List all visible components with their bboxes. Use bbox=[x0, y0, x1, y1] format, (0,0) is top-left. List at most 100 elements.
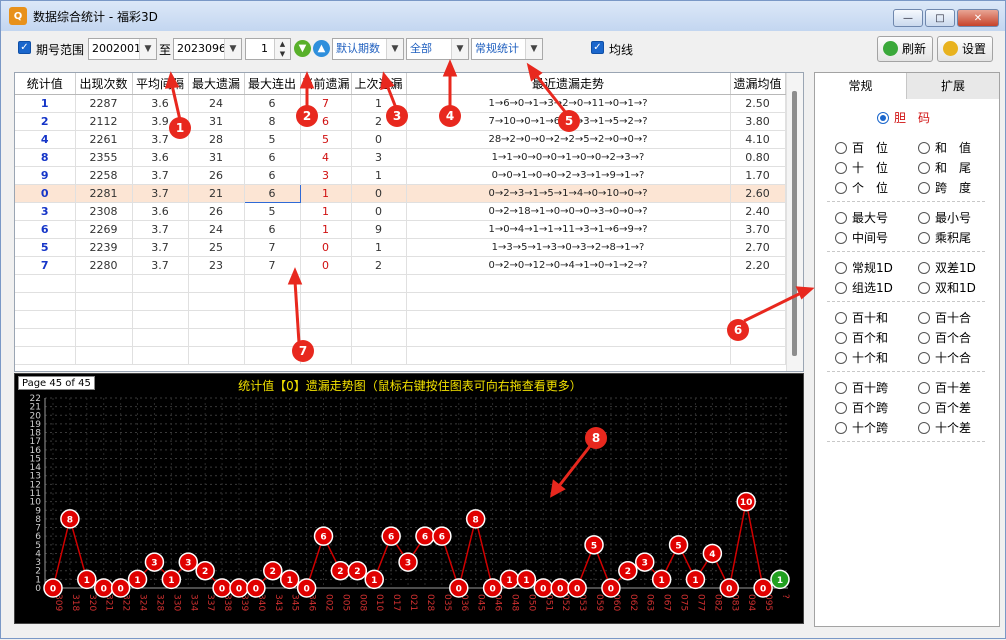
from-period-combo[interactable]: 2002001 ▼ bbox=[88, 38, 157, 60]
radio-option[interactable]: 百十差 bbox=[918, 379, 971, 396]
arrow-up-icon[interactable]: ▲ bbox=[313, 40, 330, 57]
radio-option[interactable]: 组选1D bbox=[835, 279, 893, 296]
radio-dot-icon[interactable] bbox=[835, 381, 847, 394]
radio-dot-icon[interactable] bbox=[835, 261, 847, 274]
chevron-down-icon[interactable]: ▼ bbox=[451, 39, 468, 59]
radio-option[interactable]: 和 值 bbox=[918, 139, 971, 156]
radio-option[interactable]: 常规1D bbox=[835, 259, 893, 276]
tab-general[interactable]: 常规 bbox=[815, 73, 907, 99]
radio-dot-icon[interactable] bbox=[835, 161, 847, 174]
radio-dot-icon[interactable] bbox=[918, 261, 930, 274]
radio-dot-icon[interactable] bbox=[835, 281, 847, 294]
radio-option[interactable]: 百十和 bbox=[835, 309, 888, 326]
period-range-checkbox[interactable]: ✓ bbox=[18, 41, 31, 54]
stat-mode-combo[interactable]: 常规统计 ▼ bbox=[471, 38, 543, 60]
radio-option[interactable]: 十个和 bbox=[835, 349, 888, 366]
radio-dot-icon[interactable] bbox=[835, 401, 847, 414]
radio-dot-icon[interactable] bbox=[918, 211, 930, 224]
radio-option[interactable]: 百个合 bbox=[918, 329, 971, 346]
table-row[interactable]: 3 2308 3.6 26 5 1 0 0→2→18→1→0→0→0→3→0→0→? 2.40 bbox=[15, 202, 786, 221]
table-row[interactable]: 9 2258 3.7 26 6 3 1 0→0→1→0→0→2→3→1→9→1→? 1.70 bbox=[15, 166, 786, 185]
chart-canvas[interactable]: 012345678910111213141516171819202122309 3… bbox=[15, 374, 804, 624]
radio-dot-icon[interactable] bbox=[918, 231, 930, 244]
radio-option[interactable]: 最小号 bbox=[918, 209, 971, 226]
radio-option[interactable]: 十个差 bbox=[918, 419, 971, 436]
radio-option[interactable]: 百个差 bbox=[918, 399, 971, 416]
table-row[interactable]: 5 2239 3.7 25 7 0 1 1→3→5→1→3→0→3→2→8→1→? 2.70 bbox=[15, 238, 786, 257]
radio-dot-icon[interactable] bbox=[918, 421, 930, 434]
maximize-button[interactable]: □ bbox=[925, 9, 955, 27]
column-header[interactable]: 遗漏均值 bbox=[730, 73, 786, 95]
radio-dot-icon[interactable] bbox=[835, 421, 847, 434]
radio-option[interactable]: 双和1D bbox=[918, 279, 976, 296]
column-header[interactable]: 最大连出 bbox=[244, 73, 301, 95]
radio-option[interactable]: 乘积尾 bbox=[918, 229, 971, 246]
category-panel: 常规 扩展 胆 码百 位 和 值十 位 和 尾个 位 跨 度最大号 最小号中间号 乘积尾常… bbox=[814, 72, 1000, 627]
column-header[interactable]: 最大遗漏 bbox=[188, 73, 245, 95]
radio-option[interactable]: 双差1D bbox=[918, 259, 976, 276]
radio-dot-icon[interactable] bbox=[835, 141, 847, 154]
radio-dot-icon[interactable] bbox=[918, 331, 930, 344]
radio-option[interactable]: 百十跨 bbox=[835, 379, 888, 396]
radio-option[interactable]: 中间号 bbox=[835, 229, 888, 246]
scroll-thumb[interactable] bbox=[792, 91, 797, 356]
settings-button[interactable]: 设置 bbox=[937, 36, 993, 62]
radio-dot-icon[interactable] bbox=[918, 281, 930, 294]
radio-option[interactable]: 十个合 bbox=[918, 349, 971, 366]
table-row[interactable]: 4 2261 3.7 28 5 5 0 28→2→0→0→2→2→5→2→0→0→? 4.10 bbox=[15, 130, 786, 149]
chevron-down-icon[interactable]: ▼ bbox=[224, 39, 241, 59]
radio-option[interactable]: 百个跨 bbox=[835, 399, 888, 416]
column-header[interactable]: 最近遗漏走势 bbox=[406, 73, 731, 95]
radio-dot-icon[interactable] bbox=[835, 181, 847, 194]
table-row[interactable]: 7 2280 3.7 23 7 0 2 0→2→0→12→0→4→1→0→1→2→? 2.20 bbox=[15, 256, 786, 275]
spinner-arrows-icon[interactable]: ▲ ▼ bbox=[274, 39, 290, 59]
column-header[interactable]: 出现次数 bbox=[75, 73, 133, 95]
table-row[interactable]: 8 2355 3.6 31 6 4 3 1→1→0→0→0→1→0→0→2→3→? 0.80 bbox=[15, 148, 786, 167]
radio-option[interactable]: 和 尾 bbox=[918, 159, 971, 176]
chevron-down-icon[interactable]: ▼ bbox=[525, 39, 542, 59]
radio-dot-icon[interactable] bbox=[918, 401, 930, 414]
minimize-button[interactable]: — bbox=[893, 9, 923, 27]
radio-option[interactable]: 胆 码 bbox=[877, 109, 930, 126]
refresh-button[interactable]: 刷新 bbox=[877, 36, 933, 62]
radio-dot-icon[interactable] bbox=[835, 311, 847, 324]
column-header[interactable]: 上次遗漏 bbox=[351, 73, 407, 95]
radio-option[interactable]: 百 位 bbox=[835, 139, 888, 156]
radio-option[interactable]: 十 位 bbox=[835, 159, 888, 176]
radio-option[interactable]: 十个跨 bbox=[835, 419, 888, 436]
radio-dot-icon[interactable] bbox=[918, 181, 930, 194]
radio-option[interactable]: 最大号 bbox=[835, 209, 888, 226]
radio-dot-icon[interactable] bbox=[835, 211, 847, 224]
to-period-combo[interactable]: 2023096 ▼ bbox=[173, 38, 242, 60]
omission-chart[interactable]: 0 1 2 3 4 5 6 7 8 9 10 11 12 13 14 15 16 17 18 19 20 21 22 309 3… bbox=[14, 373, 804, 624]
table-row[interactable]: 0 2281 3.7 21 6 1 0 0→2→3→1→5→1→4→0→10→0→? 2.60 bbox=[15, 183, 786, 203]
radio-dot-icon[interactable] bbox=[918, 381, 930, 394]
column-header[interactable]: 统计值 bbox=[15, 73, 76, 95]
scope-combo[interactable]: 全部 ▼ bbox=[406, 38, 469, 60]
chevron-down-icon[interactable]: ▼ bbox=[139, 39, 156, 59]
period-count-spinner[interactable]: 1 ▲ ▼ bbox=[245, 38, 291, 60]
radio-dot-icon[interactable] bbox=[918, 351, 930, 364]
radio-dot-icon[interactable] bbox=[918, 141, 930, 154]
radio-option[interactable]: 跨 度 bbox=[918, 179, 971, 196]
radio-dot-icon[interactable] bbox=[835, 331, 847, 344]
radio-dot-icon[interactable] bbox=[835, 351, 847, 364]
radio-dot-icon[interactable] bbox=[877, 111, 889, 124]
radio-option[interactable]: 百十合 bbox=[918, 309, 971, 326]
arrow-down-icon[interactable]: ▼ bbox=[294, 40, 311, 57]
radio-dot-icon[interactable] bbox=[835, 231, 847, 244]
tab-extended[interactable]: 扩展 bbox=[907, 73, 999, 99]
table-row[interactable]: 6 2269 3.7 24 6 1 9 1→0→4→1→1→11→3→1→6→9→? 3.70 bbox=[15, 220, 786, 239]
table-scrollbar[interactable] bbox=[786, 73, 803, 371]
y-tick-label: 0 bbox=[35, 584, 41, 594]
avg-line-checkbox[interactable]: ✓ bbox=[591, 41, 604, 54]
column-header[interactable]: 当前遗漏 bbox=[300, 73, 352, 95]
radio-dot-icon[interactable] bbox=[918, 161, 930, 174]
chevron-down-icon[interactable]: ▼ bbox=[386, 39, 403, 59]
radio-option[interactable]: 个 位 bbox=[835, 179, 888, 196]
radio-dot-icon[interactable] bbox=[918, 311, 930, 324]
column-header[interactable]: 平均间隔 bbox=[132, 73, 189, 95]
radio-option[interactable]: 百个和 bbox=[835, 329, 888, 346]
period-mode-combo[interactable]: 默认期数 ▼ bbox=[332, 38, 404, 60]
close-button[interactable]: ✕ bbox=[957, 9, 999, 27]
